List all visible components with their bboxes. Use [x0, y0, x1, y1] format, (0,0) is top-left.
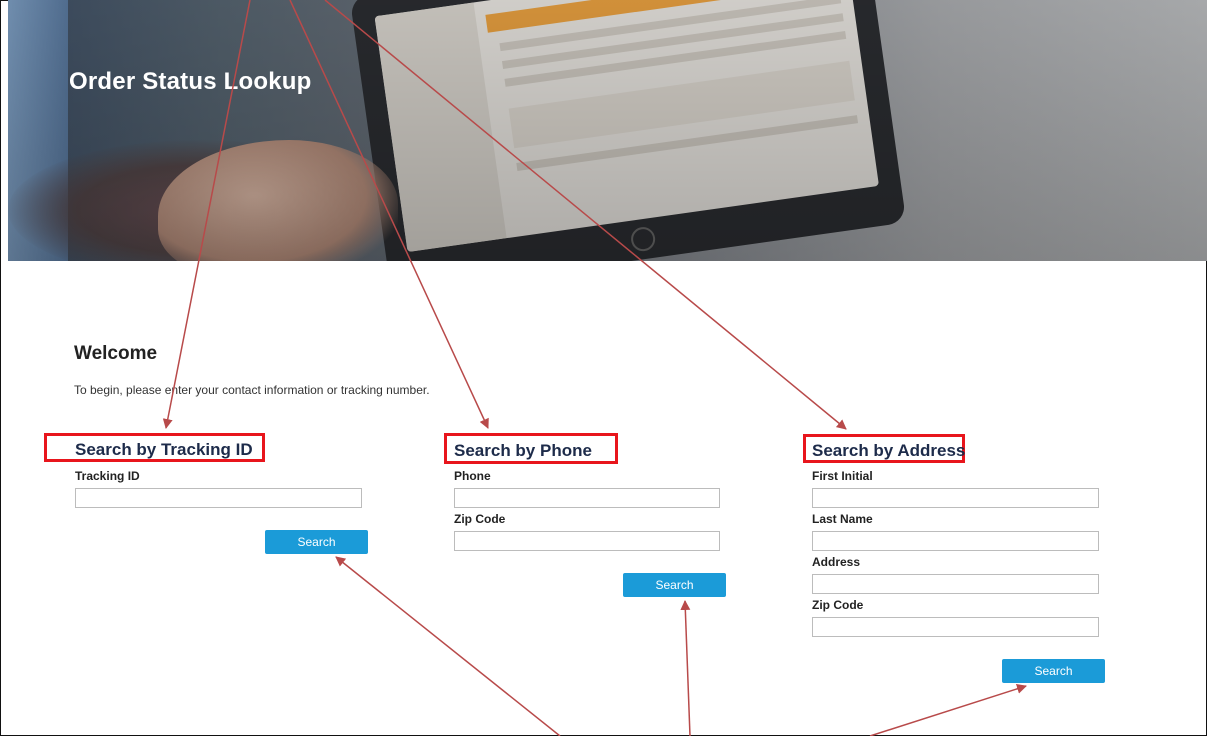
hero-banner: Order Status Lookup [8, 0, 1207, 261]
address-section-title: Search by Address [812, 441, 966, 460]
address-zip-input[interactable] [812, 617, 1099, 637]
phone-zip-input[interactable] [454, 531, 720, 551]
phone-section-title: Search by Phone [454, 441, 592, 460]
address-label: Address [812, 555, 861, 569]
address-zip-label: Zip Code [812, 598, 864, 612]
tracking-id-input[interactable] [75, 488, 362, 508]
last-name-label: Last Name [812, 512, 873, 526]
last-name-input[interactable] [812, 531, 1099, 551]
page-title: Order Status Lookup [69, 68, 312, 95]
address-input[interactable] [812, 574, 1099, 594]
phone-input[interactable] [454, 488, 720, 508]
tracking-search-button[interactable]: Search [265, 530, 368, 554]
address-search-button[interactable]: Search [1002, 659, 1105, 683]
first-initial-label: First Initial [812, 469, 873, 483]
phone-label: Phone [454, 469, 491, 483]
tracking-id-label: Tracking ID [75, 469, 140, 483]
tracking-section-title: Search by Tracking ID [75, 440, 253, 459]
phone-zip-label: Zip Code [454, 512, 506, 526]
phone-search-button[interactable]: Search [623, 573, 726, 597]
welcome-heading: Welcome [74, 343, 158, 364]
first-initial-input[interactable] [812, 488, 1099, 508]
welcome-intro: To begin, please enter your contact info… [74, 383, 430, 397]
